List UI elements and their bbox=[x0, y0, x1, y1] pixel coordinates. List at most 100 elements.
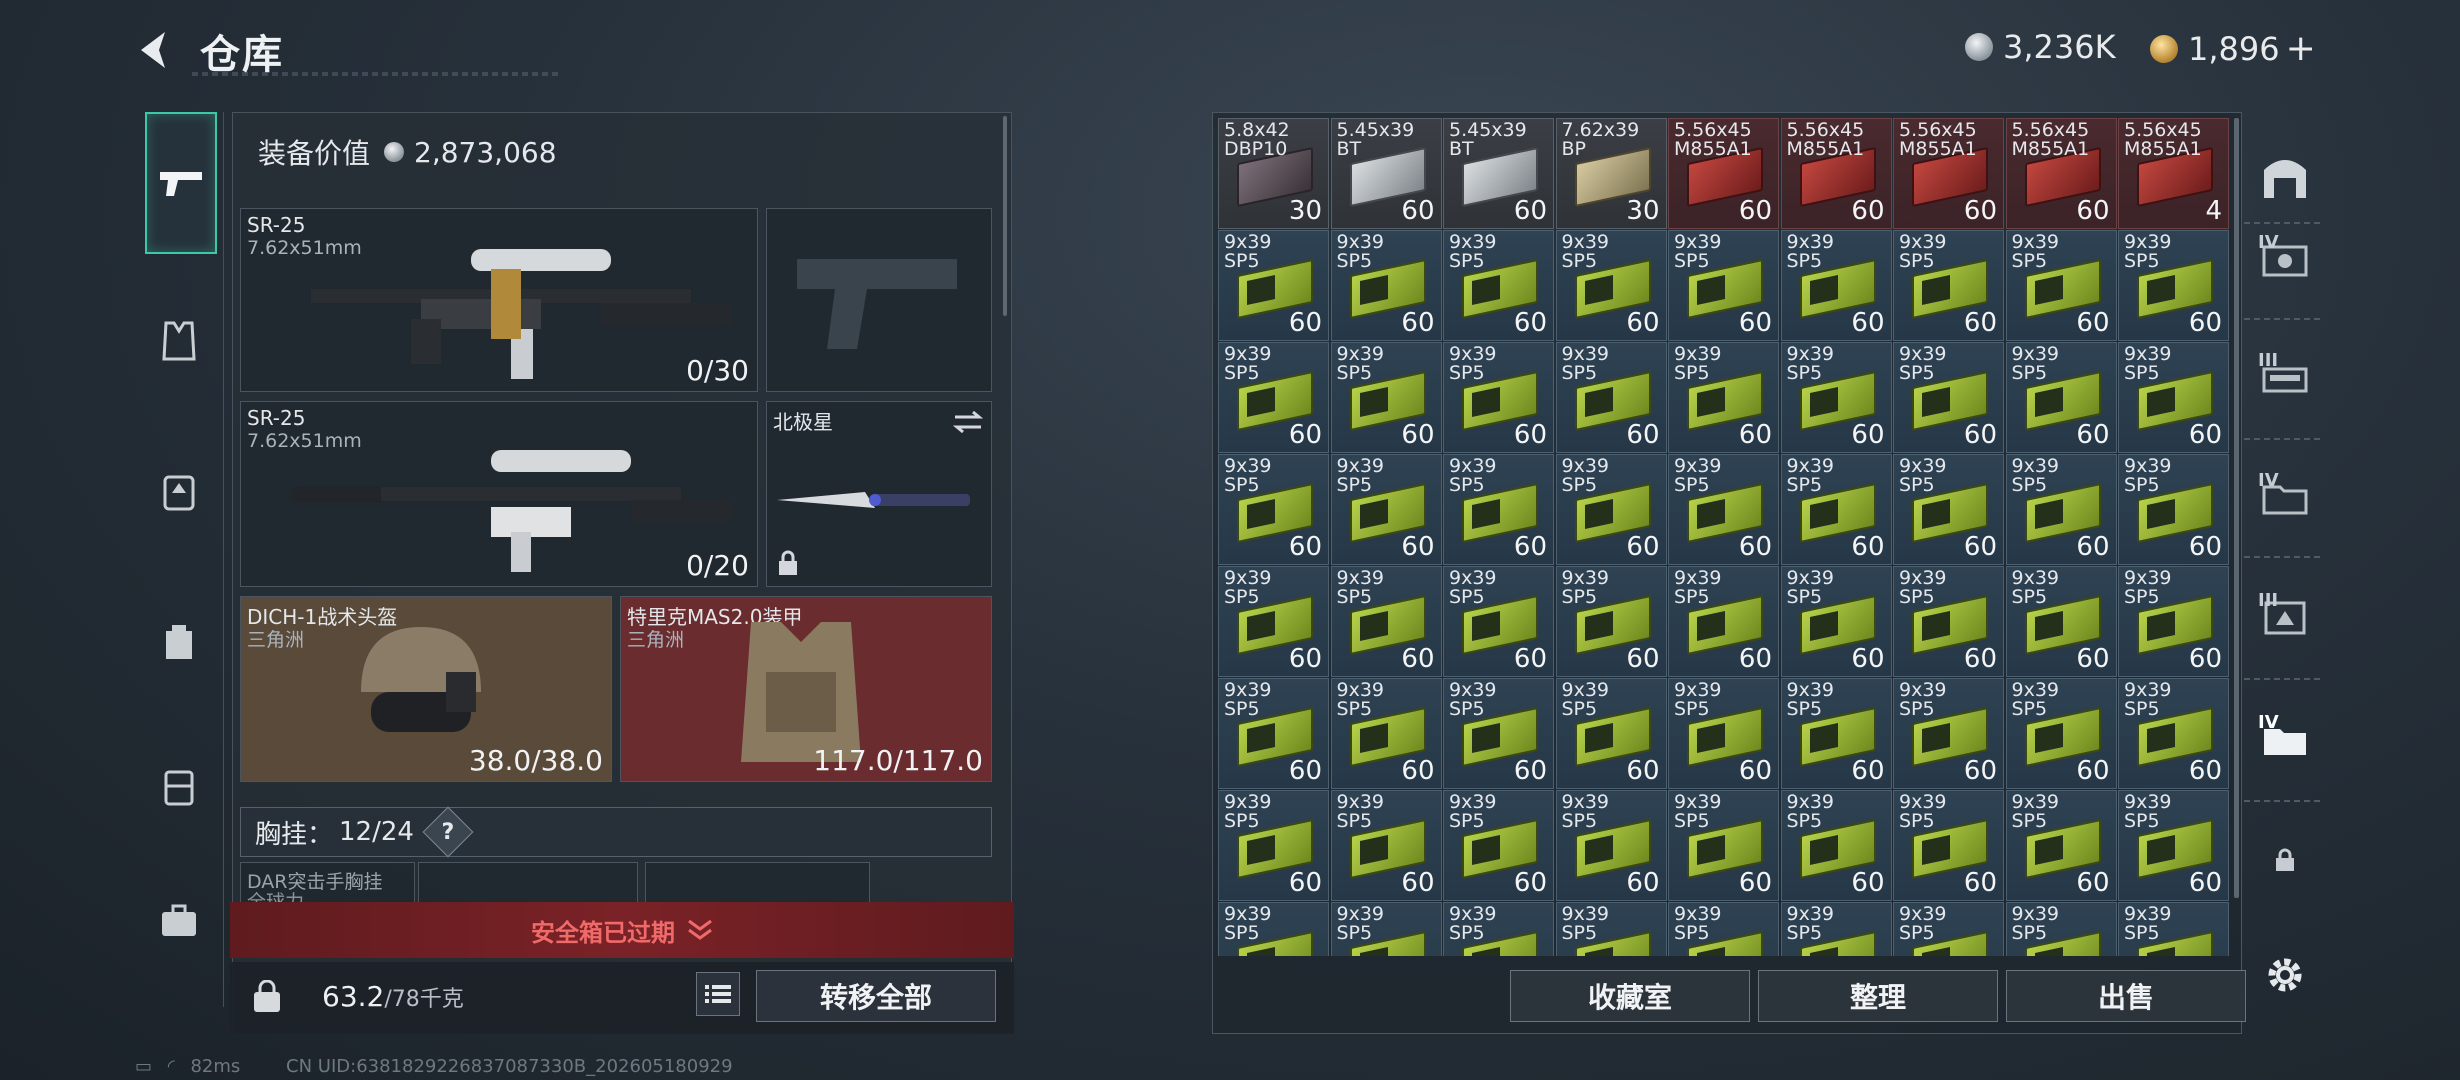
settings-button[interactable] bbox=[2258, 948, 2312, 1002]
inventory-slot[interactable]: 5.56x45 M855A1 4 bbox=[2118, 118, 2229, 229]
inventory-slot[interactable]: 9x39 SP5 60 bbox=[2118, 230, 2229, 341]
inventory-slot[interactable]: 7.62x39 BP 30 bbox=[1555, 118, 1667, 229]
inventory-slot[interactable]: 9x39 SP5 60 bbox=[1218, 454, 1329, 565]
inventory-slot[interactable]: 9x39 SP5 60 bbox=[1443, 678, 1554, 789]
inventory-slot[interactable]: 9x39 SP5 60 bbox=[1780, 678, 1892, 789]
inventory-slot[interactable]: 9x39 SP5 bbox=[1443, 902, 1554, 956]
collection-room-button[interactable]: 收藏室 bbox=[1510, 970, 1750, 1022]
inventory-slot[interactable]: 9x39 SP5 60 bbox=[1218, 566, 1329, 677]
safebox-expired-banner[interactable]: 安全箱已过期 bbox=[230, 902, 1014, 958]
nav-pouch[interactable] bbox=[145, 607, 213, 675]
equipment-scrollbar[interactable] bbox=[1003, 116, 1007, 316]
inventory-slot[interactable]: 9x39 SP5 60 bbox=[2005, 342, 2117, 453]
primary-weapon-slot-1[interactable]: SR-25 7.62x51mm 0/30 bbox=[240, 208, 758, 392]
inventory-slot[interactable]: 9x39 SP5 60 bbox=[1780, 790, 1892, 901]
add-currency-button[interactable]: + bbox=[2286, 28, 2316, 69]
help-button[interactable]: ? bbox=[422, 806, 474, 858]
inventory-slot[interactable]: 9x39 SP5 60 bbox=[1443, 454, 1554, 565]
chest-rig-slot[interactable]: DAR突击手胸挂 全球力 bbox=[240, 862, 415, 913]
rail-garage[interactable] bbox=[2258, 150, 2312, 204]
inventory-slot[interactable]: 9x39 SP5 60 bbox=[1443, 566, 1554, 677]
inventory-slot[interactable]: 9x39 SP5 60 bbox=[2005, 678, 2117, 789]
inventory-slot[interactable]: 9x39 SP5 bbox=[1555, 902, 1667, 956]
inventory-slot[interactable]: 9x39 SP5 60 bbox=[1893, 230, 2004, 341]
inventory-slot[interactable]: 9x39 SP5 60 bbox=[1555, 230, 1667, 341]
inventory-slot[interactable]: 9x39 SP5 60 bbox=[1330, 230, 1442, 341]
inventory-slot[interactable]: 9x39 SP5 bbox=[1218, 902, 1329, 956]
inventory-slot[interactable]: 5.56x45 M855A1 60 bbox=[1668, 118, 1779, 229]
armor-slot[interactable]: 特里克MAS2.0装甲 三角洲 117.0/117.0 bbox=[620, 596, 992, 782]
inventory-slot[interactable]: 9x39 SP5 bbox=[2005, 902, 2117, 956]
inventory-slot[interactable]: 9x39 SP5 60 bbox=[2005, 454, 2117, 565]
inventory-slot[interactable]: 9x39 SP5 60 bbox=[2005, 230, 2117, 341]
inventory-slot[interactable]: 9x39 SP5 bbox=[1668, 902, 1779, 956]
inventory-slot[interactable]: 9x39 SP5 60 bbox=[2118, 566, 2229, 677]
inventory-slot[interactable]: 9x39 SP5 bbox=[1893, 902, 2004, 956]
inventory-slot[interactable]: 9x39 SP5 60 bbox=[1443, 342, 1554, 453]
rail-tier-4-active[interactable]: IV bbox=[2258, 712, 2312, 766]
inventory-slot[interactable]: 9x39 SP5 bbox=[2118, 902, 2229, 956]
nav-backpack[interactable] bbox=[145, 457, 213, 525]
inventory-slot[interactable]: 9x39 SP5 60 bbox=[1780, 230, 1892, 341]
inventory-scrollbar[interactable] bbox=[2234, 118, 2239, 898]
inventory-slot[interactable]: 9x39 SP5 60 bbox=[1443, 790, 1554, 901]
list-button[interactable] bbox=[696, 972, 740, 1016]
transfer-all-button[interactable]: 转移全部 bbox=[756, 970, 996, 1022]
inventory-slot[interactable]: 9x39 SP5 60 bbox=[1668, 678, 1779, 789]
inventory-slot[interactable]: 9x39 SP5 60 bbox=[1555, 342, 1667, 453]
inventory-slot[interactable]: 5.45x39 BT 60 bbox=[1330, 118, 1442, 229]
inventory-slot[interactable]: 9x39 SP5 60 bbox=[1218, 230, 1329, 341]
inventory-slot[interactable]: 5.56x45 M855A1 60 bbox=[1893, 118, 2004, 229]
inventory-slot[interactable]: 9x39 SP5 60 bbox=[2118, 678, 2229, 789]
inventory-slot[interactable]: 9x39 SP5 60 bbox=[1668, 342, 1779, 453]
inventory-slot[interactable]: 9x39 SP5 60 bbox=[2118, 454, 2229, 565]
inventory-slot[interactable]: 5.8x42 DBP10 30 bbox=[1218, 118, 1329, 229]
sell-button[interactable]: 出售 bbox=[2006, 970, 2246, 1022]
inventory-slot[interactable]: 9x39 SP5 60 bbox=[1218, 342, 1329, 453]
inventory-slot[interactable]: 9x39 SP5 60 bbox=[1780, 454, 1892, 565]
inventory-slot[interactable]: 5.56x45 M855A1 60 bbox=[2005, 118, 2117, 229]
nav-case[interactable] bbox=[145, 752, 213, 820]
inventory-slot[interactable]: 9x39 SP5 60 bbox=[1668, 566, 1779, 677]
rail-locked[interactable] bbox=[2258, 833, 2312, 887]
inventory-slot[interactable]: 9x39 SP5 60 bbox=[1218, 678, 1329, 789]
swap-icon[interactable] bbox=[953, 410, 983, 434]
back-button[interactable] bbox=[130, 22, 180, 78]
helmet-slot[interactable]: DICH-1战术头盔 三角洲 38.0/38.0 bbox=[240, 596, 612, 782]
inventory-slot[interactable]: 9x39 SP5 60 bbox=[1555, 566, 1667, 677]
inventory-slot[interactable]: 9x39 SP5 60 bbox=[1893, 454, 2004, 565]
sidearm-slot[interactable] bbox=[766, 208, 992, 392]
inventory-slot[interactable]: 9x39 SP5 60 bbox=[1330, 790, 1442, 901]
inventory-slot[interactable]: 9x39 SP5 60 bbox=[1893, 790, 2004, 901]
rail-tier-3-b[interactable]: III bbox=[2258, 590, 2312, 644]
chest-pocket-slot[interactable] bbox=[418, 862, 638, 902]
inventory-slot[interactable]: 9x39 SP5 60 bbox=[1218, 790, 1329, 901]
inventory-slot[interactable]: 9x39 SP5 60 bbox=[1330, 454, 1442, 565]
chest-pocket-slot[interactable] bbox=[645, 862, 870, 902]
inventory-slot[interactable]: 9x39 SP5 bbox=[1780, 902, 1892, 956]
inventory-slot[interactable]: 9x39 SP5 60 bbox=[1330, 678, 1442, 789]
inventory-slot[interactable]: 9x39 SP5 60 bbox=[1443, 230, 1554, 341]
inventory-slot[interactable]: 9x39 SP5 60 bbox=[1893, 566, 2004, 677]
inventory-slot[interactable]: 5.45x39 BT 60 bbox=[1443, 118, 1554, 229]
inventory-slot[interactable]: 9x39 SP5 60 bbox=[2118, 790, 2229, 901]
nav-toolbox[interactable] bbox=[145, 887, 213, 955]
inventory-slot[interactable]: 5.56x45 M855A1 60 bbox=[1780, 118, 1892, 229]
inventory-slot[interactable]: 9x39 SP5 60 bbox=[1330, 342, 1442, 453]
inventory-slot[interactable]: 9x39 SP5 60 bbox=[2005, 566, 2117, 677]
nav-weapons[interactable] bbox=[145, 112, 217, 254]
primary-weapon-slot-2[interactable]: SR-25 7.62x51mm 0/20 bbox=[240, 401, 758, 587]
inventory-slot[interactable]: 9x39 SP5 60 bbox=[1780, 342, 1892, 453]
inventory-slot[interactable]: 9x39 SP5 bbox=[1330, 902, 1442, 956]
inventory-slot[interactable]: 9x39 SP5 60 bbox=[1330, 566, 1442, 677]
nav-vest[interactable] bbox=[145, 307, 213, 375]
inventory-slot[interactable]: 9x39 SP5 60 bbox=[1668, 790, 1779, 901]
inventory-slot[interactable]: 9x39 SP5 60 bbox=[1555, 454, 1667, 565]
inventory-slot[interactable]: 9x39 SP5 60 bbox=[1893, 678, 2004, 789]
inventory-slot[interactable]: 9x39 SP5 60 bbox=[1780, 566, 1892, 677]
rail-tier-3-a[interactable]: III bbox=[2258, 350, 2312, 404]
inventory-slot[interactable]: 9x39 SP5 60 bbox=[2005, 790, 2117, 901]
inventory-slot[interactable]: 9x39 SP5 60 bbox=[1893, 342, 2004, 453]
inventory-slot[interactable]: 9x39 SP5 60 bbox=[1555, 678, 1667, 789]
inventory-slot[interactable]: 9x39 SP5 60 bbox=[1668, 454, 1779, 565]
